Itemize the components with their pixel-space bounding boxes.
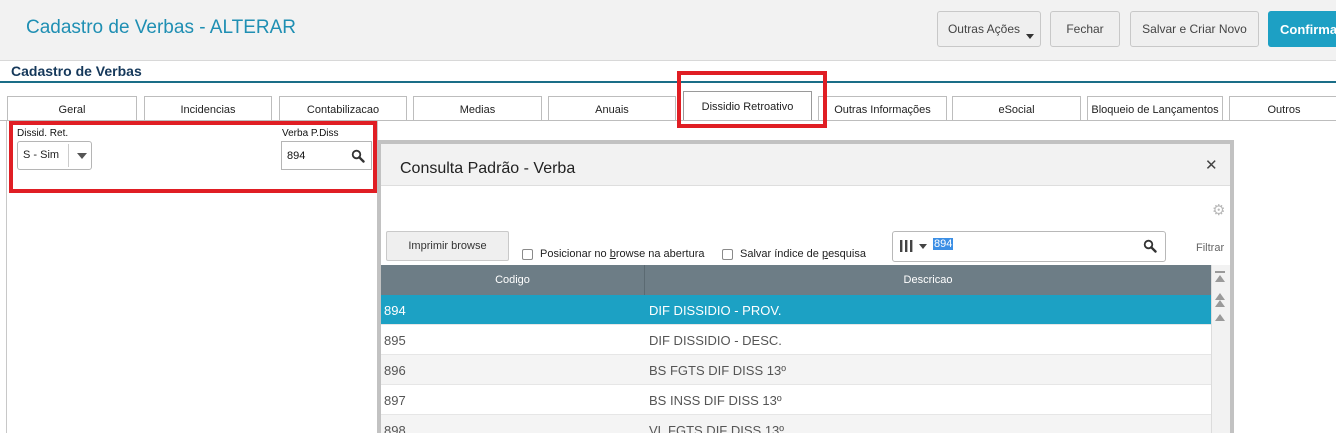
tab-esocial[interactable]: eSocial (952, 96, 1081, 121)
save-index-label: Salvar índice de pesquisa (740, 248, 866, 260)
highlight-box-fields (9, 121, 377, 193)
tab-outros[interactable]: Outros (1229, 96, 1336, 121)
other-actions-button[interactable]: Outras Ações (937, 11, 1041, 47)
tab-medias[interactable]: Medias (413, 96, 542, 121)
row-description: BS FGTS DIF DISS 13º (649, 362, 786, 378)
dialog-header: Consulta Padrão - Verba ✕ (381, 144, 1230, 186)
table-row[interactable]: 898 VL FGTS DIF DISS 13º (381, 415, 1211, 433)
tab-outras-informacoes[interactable]: Outras Informações (818, 96, 947, 121)
top-header: Cadastro de Verbas - ALTERAR Outras Açõe… (0, 0, 1336, 61)
search-icon[interactable] (1143, 239, 1157, 253)
position-browse-checkbox[interactable] (522, 249, 533, 260)
page-title: Cadastro de Verbas - ALTERAR (26, 17, 296, 38)
table-row[interactable]: 897 BS INSS DIF DISS 13º (381, 385, 1211, 415)
tab-bloqueio-lancamentos[interactable]: Bloqueio de Lançamentos (1087, 96, 1223, 121)
row-code: 898 (384, 422, 406, 433)
tab-anuais[interactable]: Anuais (548, 96, 676, 121)
column-header-descricao[interactable]: Descricao (645, 265, 1211, 295)
highlight-box-tab (677, 71, 827, 128)
tab-contabilizacao[interactable]: Contabilizacao (279, 96, 407, 121)
search-value: 894 (933, 238, 954, 250)
row-code: 894 (384, 302, 406, 318)
close-button[interactable]: Fechar (1050, 11, 1120, 47)
column-header-codigo[interactable]: Codigo (381, 265, 645, 295)
row-code: 895 (384, 332, 406, 348)
section-title: Cadastro de Verbas (11, 63, 142, 79)
tab-geral[interactable]: Geral (7, 96, 137, 121)
position-browse-label: Posicionar no browse na abertura (540, 248, 705, 260)
scroll-page-up-icon-2 (1215, 300, 1225, 307)
print-browse-button[interactable]: Imprimir browse (386, 231, 509, 261)
scroll-top-bar (1215, 271, 1225, 273)
lookup-dialog: Consulta Padrão - Verba ✕ ⚙ Imprimir bro… (377, 140, 1234, 433)
row-description: DIF DISSIDIO - DESC. (649, 332, 782, 348)
table-header: Codigo Descricao (381, 265, 1211, 295)
row-description: VL FGTS DIF DISS 13º (649, 422, 785, 433)
row-description: BS INSS DIF DISS 13º (649, 392, 782, 408)
row-code: 897 (384, 392, 406, 408)
gear-icon[interactable]: ⚙ (1212, 201, 1225, 219)
scroll-page-up-icon[interactable] (1215, 293, 1225, 300)
scroll-first-icon[interactable] (1215, 275, 1225, 282)
table-row[interactable]: 895 DIF DISSIDIO - DESC. (381, 325, 1211, 355)
filter-button[interactable]: Filtrar (1196, 242, 1224, 254)
row-code: 896 (384, 362, 406, 378)
columns-icon[interactable] (899, 239, 915, 253)
dialog-title: Consulta Padrão - Verba (400, 160, 576, 177)
tab-incidencias[interactable]: Incidencias (144, 96, 272, 121)
table-row[interactable]: 896 BS FGTS DIF DISS 13º (381, 355, 1211, 385)
row-description: DIF DISSIDIO - PROV. (649, 302, 782, 318)
scroll-up-icon[interactable] (1215, 314, 1225, 321)
confirm-button[interactable]: Confirmar (1268, 11, 1336, 47)
section-divider (0, 81, 1336, 83)
chevron-down-icon[interactable] (919, 244, 927, 249)
close-icon[interactable]: ✕ (1205, 156, 1218, 174)
save-index-checkbox[interactable] (722, 249, 733, 260)
search-input[interactable]: 894 (892, 231, 1166, 262)
save-and-new-button[interactable]: Salvar e Criar Novo (1130, 11, 1259, 47)
other-actions-label: Outras Ações (947, 22, 1021, 36)
table-scrollbar[interactable] (1211, 265, 1230, 433)
table-row[interactable]: 894 DIF DISSIDIO - PROV. (381, 295, 1211, 325)
chevron-down-icon (1026, 34, 1034, 39)
